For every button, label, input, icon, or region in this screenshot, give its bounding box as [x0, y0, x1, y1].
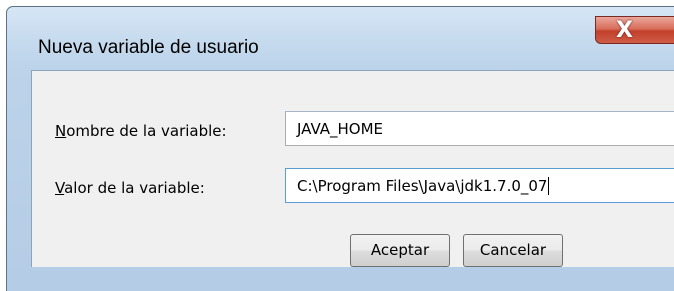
variable-name-input[interactable]: JAVA_HOME — [285, 111, 674, 146]
variable-value-label-text: alor de la variable: — [64, 179, 205, 197]
dialog-client-area: Nombre de la variable: JAVA_HOME Valor d… — [31, 70, 674, 267]
close-button[interactable]: X — [595, 16, 674, 44]
variable-name-value: JAVA_HOME — [297, 120, 384, 138]
accept-button[interactable]: Aceptar — [350, 234, 450, 267]
variable-value-mnemonic: V — [55, 179, 65, 197]
variable-value-input[interactable]: C:\Program Files\Java\jdk1.7.0_07 — [285, 168, 674, 203]
dialog-window: Nueva variable de usuario X Nombre de la… — [6, 6, 674, 291]
cancel-button[interactable]: Cancelar — [463, 234, 563, 267]
page: Nueva variable de usuario X Nombre de la… — [0, 0, 674, 291]
variable-name-mnemonic: N — [55, 122, 67, 140]
close-icon: X — [616, 18, 633, 43]
variable-name-label-text: ombre de la variable: — [66, 122, 227, 140]
variable-name-label: Nombre de la variable: — [55, 122, 227, 140]
dialog-title: Nueva variable de usuario — [38, 37, 259, 58]
title-bar[interactable]: Nueva variable de usuario X — [7, 7, 674, 67]
variable-value-text-wrap: C:\Program Files\Java\jdk1.7.0_07 — [297, 177, 550, 195]
text-caret — [548, 177, 550, 195]
variable-value-label: Valor de la variable: — [55, 179, 205, 197]
variable-value-value: C:\Program Files\Java\jdk1.7.0_07 — [297, 177, 548, 195]
